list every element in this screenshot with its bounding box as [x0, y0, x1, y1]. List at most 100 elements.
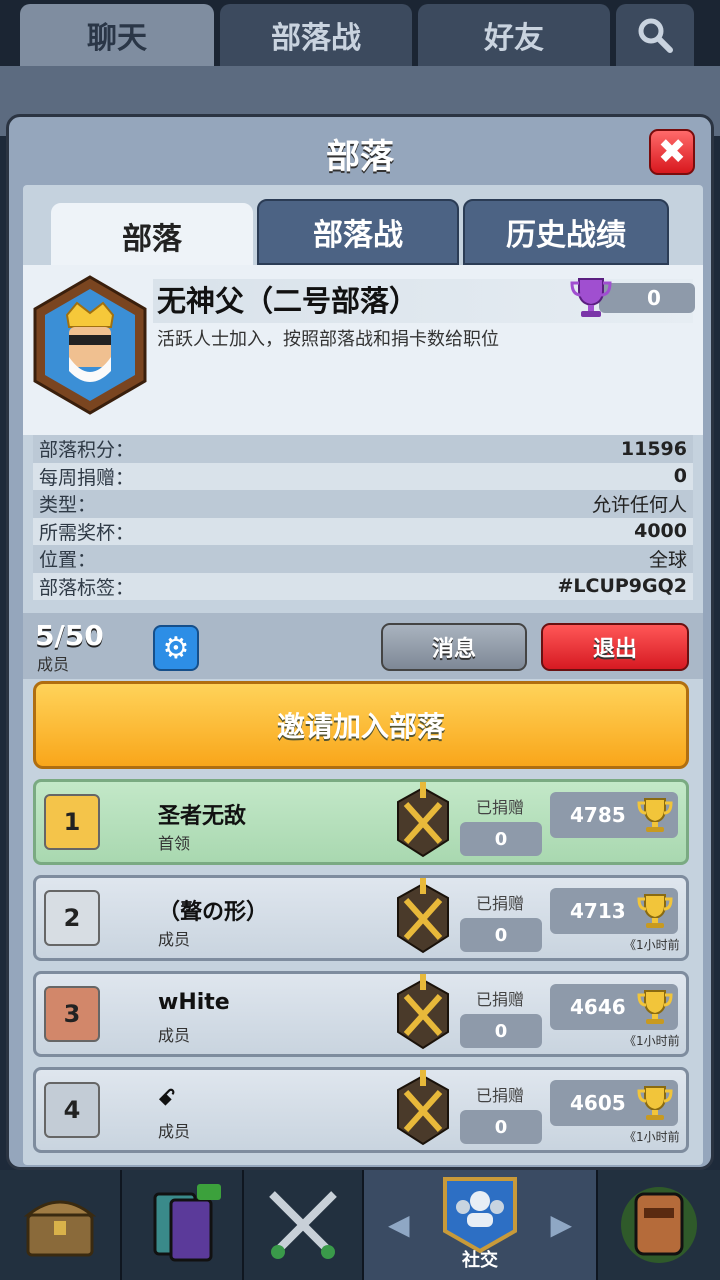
trophy-box: 4713: [550, 888, 678, 934]
message-button[interactable]: 消息: [381, 623, 527, 671]
gear-icon: ⚙: [162, 630, 190, 666]
trophy-count: 4785: [570, 803, 626, 827]
members-bar: 5/50 成员 ⚙ 消息 退出: [23, 613, 703, 679]
member-role: 成员: [158, 1122, 191, 1141]
arena-swords-icon: [397, 974, 449, 1050]
chest-shop-icon: [23, 1200, 97, 1257]
donated-count: 0: [460, 1110, 542, 1144]
search-icon: [638, 18, 673, 53]
stat-label: 部落标签：: [39, 576, 135, 599]
stat-label: 所需奖杯：: [39, 521, 135, 544]
bottom-nav: ◀ ▶ 社交: [0, 1170, 720, 1280]
top-tab-bar: 聊天 部落战 好友: [0, 0, 720, 70]
clan-badge-icon: [33, 275, 147, 415]
trophy-count: 4646: [570, 995, 626, 1019]
trophy-box: 4785: [550, 792, 678, 838]
battle-swords-icon: [269, 1191, 337, 1259]
member-row[interactable]: 1 圣者无敌 首领 已捐赠 0 4785: [33, 779, 689, 865]
clan-modal: 部落 ✖ 部落 部落战 历史战绩 无神父（二号部落） 0 活跃人士加入，按照部落…: [6, 114, 714, 1170]
nav-social-label: 社交: [462, 1250, 498, 1271]
cards-icon: [153, 1184, 221, 1262]
stat-row: 部落标签： #LCUP9GQ2: [33, 572, 693, 600]
clan-stats: 部落积分： 11596 每周捐赠： 0 类型： 允许任何人 所需奖杯： 4000 位置：…: [33, 435, 693, 600]
tab-chat[interactable]: 聊天: [20, 4, 214, 66]
social-icon: [443, 1177, 517, 1254]
trophy-count: 4713: [570, 899, 626, 923]
nav-shop[interactable]: [0, 1170, 122, 1280]
nav-social[interactable]: ◀ ▶ 社交: [364, 1170, 598, 1280]
tab-clan-war-sub[interactable]: 部落战: [257, 199, 459, 265]
stat-value: 11596: [620, 437, 687, 460]
modal-title: 部落: [326, 137, 394, 177]
member-name: （聱の形）: [158, 900, 269, 925]
stat-value: 4000: [634, 520, 687, 543]
tab-war-history[interactable]: 历史战绩: [463, 199, 669, 265]
stat-label: 类型：: [39, 494, 97, 517]
arena-swords-icon: [397, 878, 449, 954]
invite-button[interactable]: 邀请加入部落: [33, 681, 689, 769]
trophy-icon: [637, 1086, 673, 1120]
leave-button[interactable]: 退出: [541, 623, 689, 671]
member-row[interactable]: 4 ꗃ 成员 已捐赠 0 4605 《1小时前: [33, 1067, 689, 1153]
last-seen: 《1小时前: [624, 1034, 680, 1048]
nav-cards[interactable]: [122, 1170, 244, 1280]
chevron-right-icon: ▶: [550, 1208, 572, 1241]
donated-label: 已捐赠: [476, 990, 525, 1009]
close-icon: ✖: [657, 132, 687, 172]
tournament-icon: [621, 1187, 697, 1263]
member-role: 成员: [158, 1026, 191, 1045]
donated-count: 0: [460, 918, 542, 952]
donated-label: 已捐赠: [476, 798, 525, 817]
member-row[interactable]: 2 （聱の形） 成员 已捐赠 0 4713 《1小时前: [33, 875, 689, 961]
donated-count: 0: [460, 1014, 542, 1048]
member-count-label: 成员: [37, 655, 70, 674]
last-seen: 《1小时前: [624, 938, 680, 952]
stat-value: #LCUP9GQ2: [557, 575, 687, 598]
chevron-left-icon: ◀: [388, 1208, 410, 1241]
last-seen: 《1小时前: [624, 1130, 680, 1144]
settings-button[interactable]: ⚙: [153, 625, 199, 671]
stat-label: 位置：: [39, 549, 97, 572]
stat-label: 每周捐赠：: [39, 466, 135, 489]
stat-value: 0: [673, 465, 687, 488]
member-name: wHite: [158, 990, 230, 1015]
stat-row: 位置： 全球: [33, 545, 693, 573]
rank-badge: 1: [44, 794, 100, 850]
member-role: 首领: [158, 834, 191, 853]
rank-badge: 2: [44, 890, 100, 946]
nav-tournament[interactable]: [598, 1170, 720, 1280]
stat-label: 部落积分：: [39, 439, 135, 462]
clan-description: 活跃人士加入，按照部落战和捐卡数给职位: [157, 329, 499, 350]
arena-swords-icon: [397, 782, 449, 858]
rank-badge: 3: [44, 986, 100, 1042]
donated-label: 已捐赠: [476, 1086, 525, 1105]
stat-row: 部落积分： 11596: [33, 435, 693, 463]
tab-friends[interactable]: 好友: [418, 4, 610, 66]
tab-clan-war[interactable]: 部落战: [220, 4, 412, 66]
stat-value: 全球: [648, 549, 687, 572]
member-role: 成员: [158, 930, 191, 949]
war-trophy-box: 0: [569, 273, 695, 317]
war-trophy-icon: [570, 278, 612, 317]
rank-badge: 4: [44, 1082, 100, 1138]
member-name: 圣者无敌: [158, 804, 247, 829]
war-trophy-count: 0: [599, 283, 695, 313]
donated-count: 0: [460, 822, 542, 856]
nav-battle[interactable]: [244, 1170, 364, 1280]
trophy-count: 4605: [570, 1091, 626, 1115]
member-name: ꗃ: [158, 1086, 176, 1111]
stat-row: 每周捐赠： 0: [33, 462, 693, 490]
arena-swords-icon: [397, 1070, 449, 1146]
modal-panel: 部落 部落战 历史战绩 无神父（二号部落） 0 活跃人士加入，按照部落战和捐卡数…: [23, 185, 703, 1165]
trophy-box: 4605: [550, 1080, 678, 1126]
member-count: 5/50: [35, 619, 104, 652]
trophy-icon: [637, 894, 673, 928]
trophy-box: 4646: [550, 984, 678, 1030]
close-button[interactable]: ✖: [649, 129, 695, 175]
member-row[interactable]: 3 wHite 成员 已捐赠 0 4646 《1小时前: [33, 971, 689, 1057]
clan-info: 无神父（二号部落） 0 活跃人士加入，按照部落战和捐卡数给职位: [23, 265, 703, 435]
trophy-icon: [637, 990, 673, 1024]
tab-clan[interactable]: 部落: [51, 203, 253, 269]
donated-label: 已捐赠: [476, 894, 525, 913]
search-button[interactable]: [616, 4, 694, 66]
